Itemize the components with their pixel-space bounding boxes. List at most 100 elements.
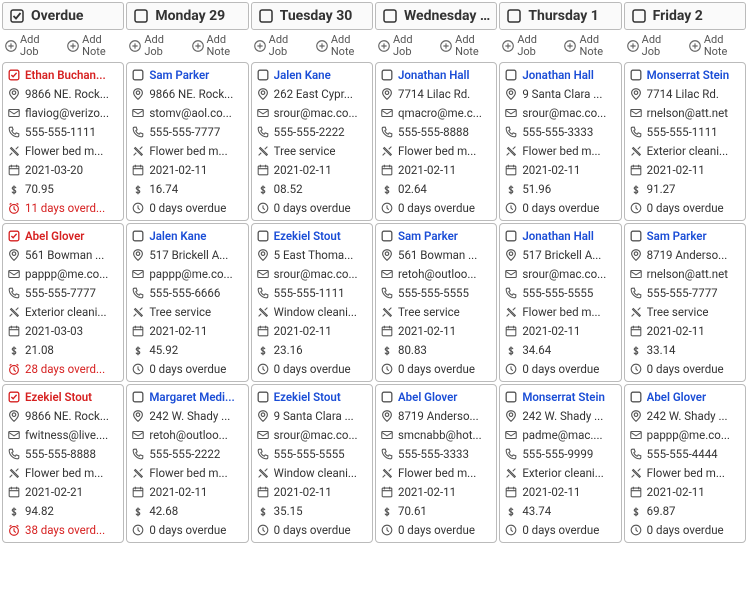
card-customer-name: Jalen Kane [274, 68, 368, 82]
job-card[interactable]: Jalen Kane 262 East Cypr... srour@mac.co… [251, 62, 373, 221]
card-customer-name: Abel Glover [25, 229, 119, 243]
card-checkbox-icon[interactable] [256, 390, 270, 404]
add-job-button[interactable]: Add Job [2, 32, 62, 60]
card-email: smcnabb@hot... [398, 428, 492, 442]
card-date: 2021-02-11 [398, 485, 492, 499]
add-job-label: Add Job [144, 34, 184, 58]
job-card[interactable]: Ezekiel Stout 9866 NE. Rock... fwitness@… [2, 384, 124, 543]
card-due: 0 days overdue [274, 362, 368, 376]
card-checkbox-icon[interactable] [7, 68, 21, 82]
add-job-label: Add Job [269, 34, 309, 58]
card-checkbox-icon[interactable] [256, 229, 270, 243]
card-amount: 42.68 [149, 504, 243, 518]
service-icon [504, 305, 518, 319]
clock-icon [629, 362, 643, 376]
job-card[interactable]: Jonathan Hall 9 Santa Clara ... srour@ma… [499, 62, 621, 221]
job-card[interactable]: Abel Glover 561 Bowman ... pappp@me.co..… [2, 223, 124, 382]
clock-icon [629, 523, 643, 537]
job-card[interactable]: Abel Glover 242 W. Shady ... pappp@me.co… [624, 384, 746, 543]
job-card[interactable]: Jonathan Hall 517 Brickell A... srour@ma… [499, 223, 621, 382]
card-checkbox-icon[interactable] [131, 390, 145, 404]
card-checkbox-icon[interactable] [380, 390, 394, 404]
job-card[interactable]: Jalen Kane 517 Brickell A... pappp@me.co… [126, 223, 248, 382]
card-checkbox-icon[interactable] [504, 390, 518, 404]
calendar-icon [629, 485, 643, 499]
phone-icon [380, 125, 394, 139]
card-checkbox-icon[interactable] [629, 68, 643, 82]
checkbox-empty-icon[interactable] [631, 8, 647, 24]
card-checkbox-icon[interactable] [504, 68, 518, 82]
card-checkbox-icon[interactable] [629, 229, 643, 243]
card-checkbox-icon[interactable] [131, 68, 145, 82]
column-header[interactable]: Thursday 1 [499, 2, 621, 30]
card-checkbox-icon[interactable] [7, 229, 21, 243]
card-checkbox-icon[interactable] [629, 390, 643, 404]
job-card[interactable]: Abel Glover 8719 Anderso... smcnabb@hot.… [375, 384, 497, 543]
add-note-button[interactable]: Add Note [64, 32, 124, 60]
add-job-button[interactable]: Add Job [251, 32, 311, 60]
checkbox-empty-icon[interactable] [258, 8, 274, 24]
card-checkbox-icon[interactable] [131, 229, 145, 243]
mail-icon [131, 267, 145, 281]
add-note-button[interactable]: Add Note [189, 32, 249, 60]
card-service: Window cleani... [274, 466, 368, 480]
card-service: Flower bed m... [25, 144, 119, 158]
clock-icon [380, 362, 394, 376]
card-email: fwitness@live.... [25, 428, 119, 442]
job-card[interactable]: Monserrat Stein 242 W. Shady ... padme@m… [499, 384, 621, 543]
column-header[interactable]: Overdue [2, 2, 124, 30]
mail-icon [131, 106, 145, 120]
card-checkbox-icon[interactable] [256, 68, 270, 82]
card-due: 0 days overdue [149, 201, 243, 215]
job-card[interactable]: Ezekiel Stout 5 East Thoma... srour@mac.… [251, 223, 373, 382]
card-amount: 91.27 [647, 182, 741, 196]
job-card[interactable]: Sam Parker 561 Bowman ... retoh@outloo..… [375, 223, 497, 382]
service-icon [629, 305, 643, 319]
job-card[interactable]: Monserrat Stein 7714 Lilac Rd. rnelson@a… [624, 62, 746, 221]
job-card[interactable]: Sam Parker 8719 Anderso... rnelson@att.n… [624, 223, 746, 382]
card-phone: 555-555-4444 [647, 447, 741, 461]
column-header[interactable]: Wednesday ... [375, 2, 497, 30]
add-note-label: Add Note [82, 34, 122, 58]
card-service: Exterior cleani... [647, 144, 741, 158]
add-job-button[interactable]: Add Job [624, 32, 684, 60]
location-pin-icon [256, 248, 270, 262]
job-card[interactable]: Margaret Medi... 242 W. Shady ... retoh@… [126, 384, 248, 543]
add-job-button[interactable]: Add Job [499, 32, 559, 60]
job-card[interactable]: Ezekiel Stout 9 Santa Clara ... srour@ma… [251, 384, 373, 543]
add-job-button[interactable]: Add Job [126, 32, 186, 60]
mail-icon [629, 267, 643, 281]
checkbox-empty-icon[interactable] [506, 8, 522, 24]
add-note-button[interactable]: Add Note [686, 32, 746, 60]
column-header[interactable]: Monday 29 [126, 2, 248, 30]
column-header[interactable]: Friday 2 [624, 2, 746, 30]
card-address: 8719 Anderso... [647, 248, 741, 262]
card-checkbox-icon[interactable] [380, 68, 394, 82]
dollar-icon [380, 504, 394, 518]
job-card[interactable]: Sam Parker 9866 NE. Rock... stomv@aol.co… [126, 62, 248, 221]
dollar-icon [7, 504, 21, 518]
column-header[interactable]: Tuesday 30 [251, 2, 373, 30]
checkbox-empty-icon[interactable] [382, 8, 398, 24]
card-amount: 23.16 [274, 343, 368, 357]
job-card[interactable]: Jonathan Hall 7714 Lilac Rd. qmacro@me.c… [375, 62, 497, 221]
card-address: 7714 Lilac Rd. [398, 87, 492, 101]
card-customer-name: Ezekiel Stout [274, 390, 368, 404]
column-title: Monday 29 [155, 8, 225, 24]
card-checkbox-icon[interactable] [504, 229, 518, 243]
add-job-button[interactable]: Add Job [375, 32, 435, 60]
job-card[interactable]: Ethan Buchan... 9866 NE. Rock... flaviog… [2, 62, 124, 221]
card-checkbox-icon[interactable] [380, 229, 394, 243]
checkbox-empty-icon[interactable] [133, 8, 149, 24]
checkbox-checked-icon[interactable] [9, 8, 25, 24]
card-checkbox-icon[interactable] [7, 390, 21, 404]
add-note-button[interactable]: Add Note [437, 32, 497, 60]
phone-icon [629, 447, 643, 461]
location-pin-icon [7, 248, 21, 262]
card-due: 0 days overdue [522, 362, 616, 376]
add-note-button[interactable]: Add Note [313, 32, 373, 60]
card-customer-name: Abel Glover [647, 390, 741, 404]
card-phone: 555-555-7777 [149, 125, 243, 139]
card-email: retoh@outloo... [398, 267, 492, 281]
add-note-button[interactable]: Add Note [561, 32, 621, 60]
